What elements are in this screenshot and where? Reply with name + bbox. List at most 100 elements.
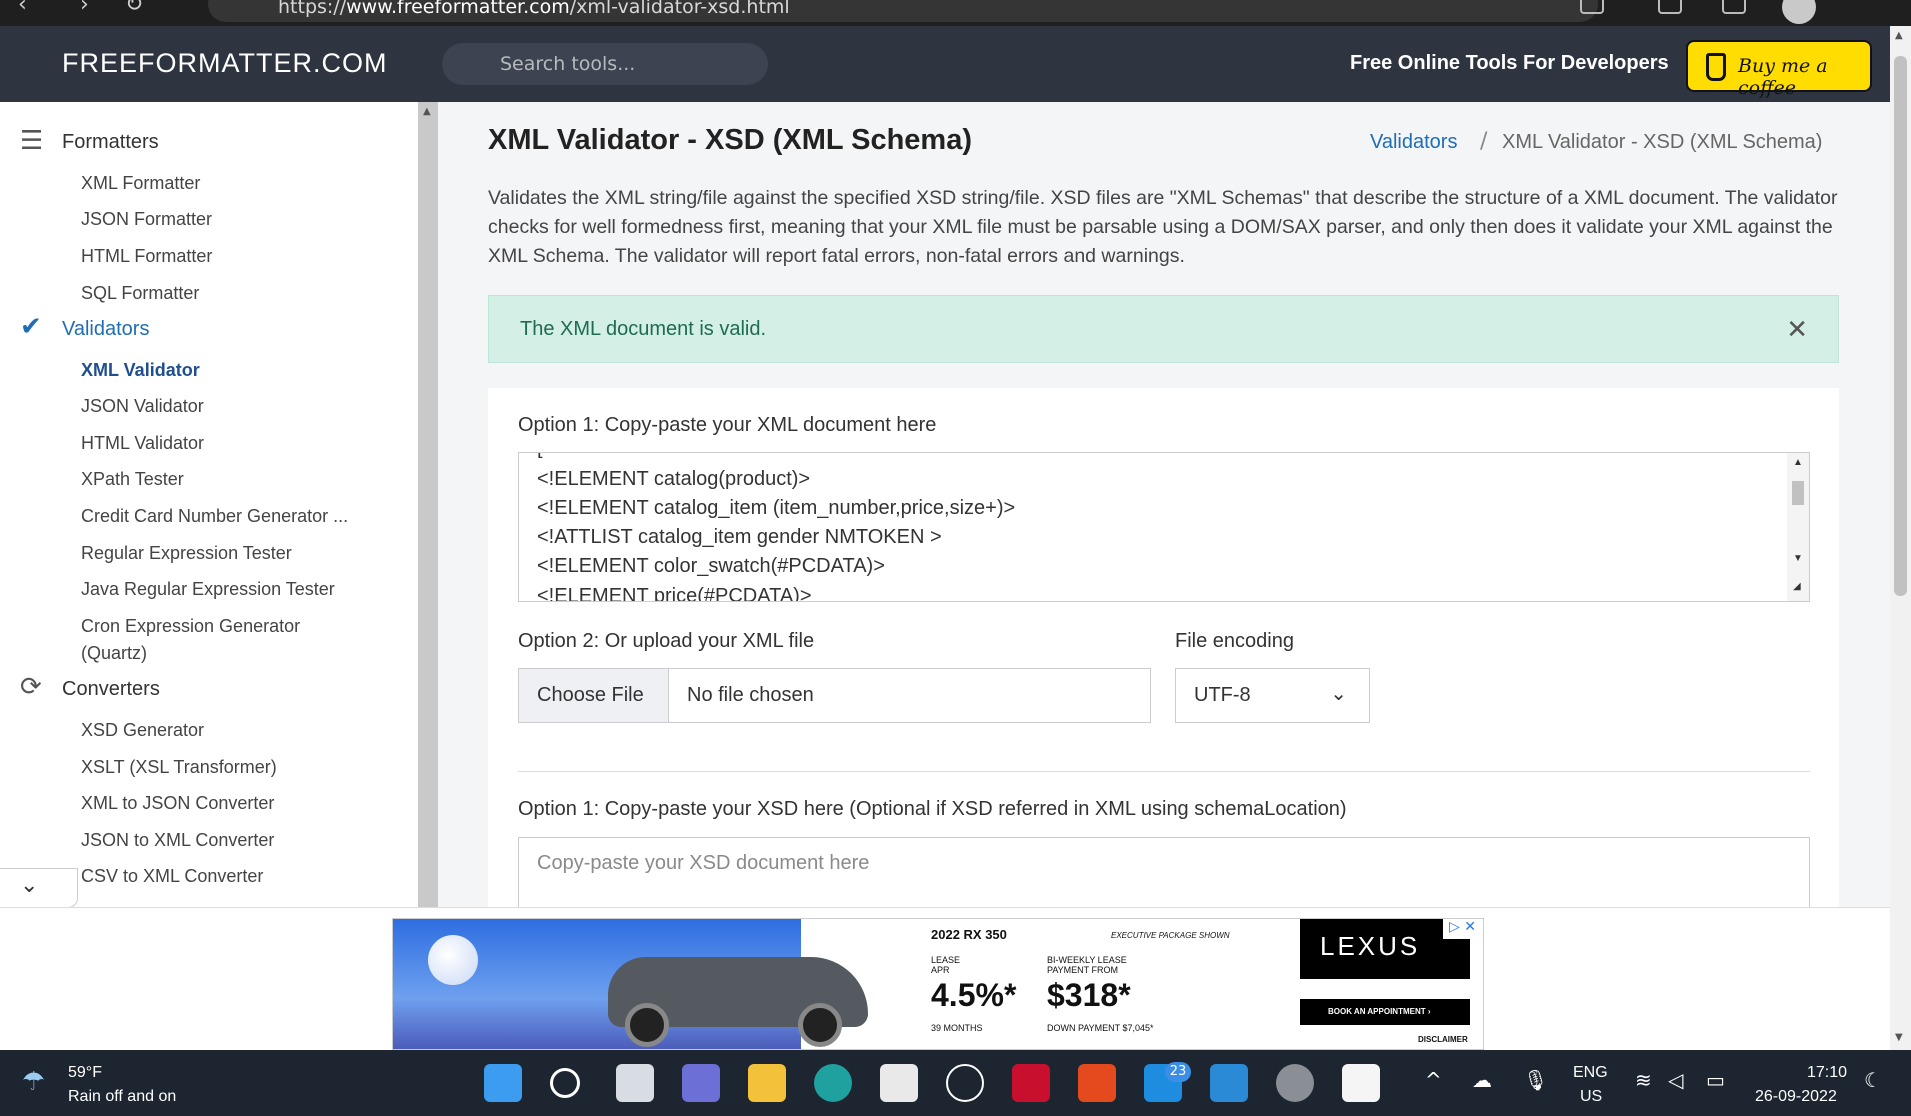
settings-icon[interactable]: [1276, 1064, 1314, 1102]
favorites-icon[interactable]: [1658, 0, 1682, 14]
forward-icon[interactable]: ›: [80, 0, 89, 17]
sidebar-section-formatters[interactable]: Formatters: [62, 131, 159, 154]
scroll-down-icon[interactable]: ▼: [1895, 1032, 1903, 1043]
battery-icon[interactable]: ▭: [1706, 1068, 1725, 1092]
address-bar[interactable]: https://www.freeformatter.com/xml-valida…: [208, 0, 1598, 22]
region-indicator[interactable]: US: [1580, 1088, 1602, 1106]
scroll-up-icon[interactable]: ▲: [423, 106, 431, 117]
ad-payment-label: BI-WEEKLY LEASE PAYMENT FROM: [1047, 955, 1127, 975]
sidebar-item-xml-to-json[interactable]: XML to JSON Converter: [81, 793, 274, 814]
book-appointment-button[interactable]: BOOK AN APPOINTMENT ›: [1300, 999, 1470, 1025]
sidebar-item-json-to-xml[interactable]: JSON to XML Converter: [81, 830, 274, 851]
weather-temperature[interactable]: 59°F: [68, 1064, 102, 1082]
search-input[interactable]: Search tools...: [442, 43, 768, 85]
sidebar-item-cron-generator[interactable]: Cron Expression Generator: [81, 616, 300, 637]
profile-avatar[interactable]: [1782, 0, 1816, 24]
clock-date[interactable]: 26-09-2022: [1755, 1088, 1837, 1106]
sidebar-item-regex-tester[interactable]: Regular Expression Tester: [81, 543, 292, 564]
rain-icon: ☂: [22, 1067, 46, 1097]
language-indicator[interactable]: ENG: [1573, 1064, 1608, 1082]
textarea-scroll-thumb[interactable]: [1792, 481, 1804, 505]
sidebar-item-html-validator[interactable]: HTML Validator: [81, 433, 204, 454]
sidebar-item-xml-validator[interactable]: XML Validator: [81, 360, 200, 381]
start-icon[interactable]: [484, 1064, 522, 1102]
scroll-up-icon[interactable]: ▲: [1895, 30, 1903, 41]
page-scroll-thumb[interactable]: [1894, 56, 1907, 596]
reload-icon[interactable]: ↻: [125, 0, 143, 17]
sidebar-item-sql-formatter[interactable]: SQL Formatter: [81, 283, 199, 304]
xml-input-textarea[interactable]: [ <!ELEMENT catalog(product)> <!ELEMENT …: [518, 452, 1810, 602]
xsd-input-label: Option 1: Copy-paste your XSD here (Opti…: [518, 798, 1347, 820]
wheel-graphic: [798, 1003, 842, 1047]
coffee-label: Buy me a coffee: [1738, 55, 1828, 99]
sidebar-item-xslt-transformer[interactable]: XSLT (XSL Transformer): [81, 757, 277, 778]
scroll-down-icon[interactable]: ▼: [1793, 553, 1803, 564]
textarea-scrollbar[interactable]: ▲ ▼ ◢: [1787, 453, 1809, 601]
task-view-icon[interactable]: [616, 1064, 654, 1102]
advertisement-banner[interactable]: 2022 RX 350 EXECUTIVE PACKAGE SHOWN LEAS…: [392, 918, 1484, 1050]
moon-icon[interactable]: ☾: [1864, 1068, 1882, 1092]
file-explorer-icon[interactable]: [748, 1064, 786, 1102]
sidebar-item-json-validator[interactable]: JSON Validator: [81, 396, 204, 417]
xml-line: [: [537, 453, 543, 460]
xml-line: <!ATTLIST catalog_item gender NMTOKEN >: [537, 526, 942, 548]
page-scrollbar[interactable]: ▲ ▼: [1890, 26, 1911, 1050]
sidebar-item-html-formatter[interactable]: HTML Formatter: [81, 246, 212, 267]
chevron-up-icon[interactable]: ^: [1425, 1068, 1442, 1092]
sidebar-item-java-regex-tester[interactable]: Java Regular Expression Tester: [81, 579, 335, 600]
sidebar-scrollbar[interactable]: ▲: [418, 102, 438, 907]
double-check-icon: ✔: [20, 312, 42, 342]
ad-apr: 4.5%*: [931, 977, 1017, 1013]
clock-time[interactable]: 17:10: [1807, 1064, 1847, 1082]
close-icon[interactable]: ✕: [1786, 314, 1808, 345]
weather-description[interactable]: Rain off and on: [68, 1088, 176, 1106]
encoding-select[interactable]: UTF-8 ⌄: [1175, 668, 1370, 723]
page-title: XML Validator - XSD (XML Schema): [488, 124, 972, 156]
site-logo[interactable]: FREEFORMATTER.COM: [62, 48, 387, 79]
sidebar-item-xsd-generator[interactable]: XSD Generator: [81, 720, 204, 741]
indent-icon: ☰: [20, 126, 44, 156]
extensions-icon[interactable]: [1722, 0, 1746, 14]
sidebar-item-credit-card-generator[interactable]: Credit Card Number Generator ...: [81, 506, 348, 527]
sidebar-item-cron-generator-quartz[interactable]: (Quartz): [81, 643, 147, 664]
mcafee-icon[interactable]: [1012, 1064, 1050, 1102]
breadcrumb-validators-link[interactable]: Validators: [1370, 131, 1457, 154]
resize-handle-icon[interactable]: ◢: [1793, 581, 1801, 592]
scroll-up-icon[interactable]: ▲: [1793, 457, 1803, 468]
ad-disclaimer[interactable]: DISCLAIMER: [1418, 1035, 1468, 1044]
volume-icon[interactable]: ◁: [1668, 1068, 1683, 1092]
cloud-icon[interactable]: ☁: [1472, 1068, 1492, 1092]
search-icon[interactable]: [550, 1068, 580, 1098]
store-icon[interactable]: [880, 1064, 918, 1102]
section-divider: [518, 771, 1810, 772]
ad-package: EXECUTIVE PACKAGE SHOWN: [1111, 931, 1230, 940]
xml-line: <!ELEMENT color_swatch(#PCDATA)>: [537, 555, 885, 577]
site-header: FREEFORMATTER.COM Search tools... Free O…: [0, 26, 1890, 102]
snipping-tool-icon[interactable]: [1342, 1064, 1380, 1102]
wifi-icon[interactable]: ≋: [1635, 1068, 1652, 1092]
xsd-input-textarea[interactable]: Copy-paste your XSD document here: [518, 837, 1810, 907]
chevron-down-icon: ⌄: [1330, 683, 1347, 705]
file-upload-input[interactable]: Choose File No file chosen: [518, 668, 1151, 723]
sidebar-item-xml-formatter[interactable]: XML Formatter: [81, 173, 200, 194]
chat-icon[interactable]: [682, 1064, 720, 1102]
back-icon[interactable]: ‹: [18, 0, 27, 17]
sidebar-item-json-formatter[interactable]: JSON Formatter: [81, 209, 212, 230]
choose-file-button[interactable]: Choose File: [519, 669, 669, 722]
dell-icon[interactable]: [946, 1064, 984, 1102]
sidebar-collapse-button[interactable]: ⌄: [0, 868, 78, 908]
notification-badge: 23: [1165, 1062, 1191, 1082]
sidebar-item-csv-to-xml[interactable]: CSV to XML Converter: [81, 866, 263, 887]
microphone-icon[interactable]: 🎙: [1523, 1068, 1548, 1092]
buy-me-a-coffee-button[interactable]: Buy me a coffee: [1686, 40, 1872, 99]
vscode-icon[interactable]: [1210, 1064, 1248, 1102]
office-icon[interactable]: [1078, 1064, 1116, 1102]
edge-icon[interactable]: [814, 1064, 852, 1102]
ad-close-icon[interactable]: ▷ ✕: [1443, 919, 1483, 939]
sidebar-section-validators[interactable]: Validators: [62, 318, 149, 341]
sidebar-section-converters[interactable]: Converters: [62, 678, 160, 701]
sidebar-item-xpath-tester[interactable]: XPath Tester: [81, 469, 184, 490]
url-path: /xml-validator-xsd.html: [569, 0, 790, 18]
alert-message: The XML document is valid.: [520, 318, 767, 340]
collections-icon[interactable]: [1580, 0, 1604, 14]
